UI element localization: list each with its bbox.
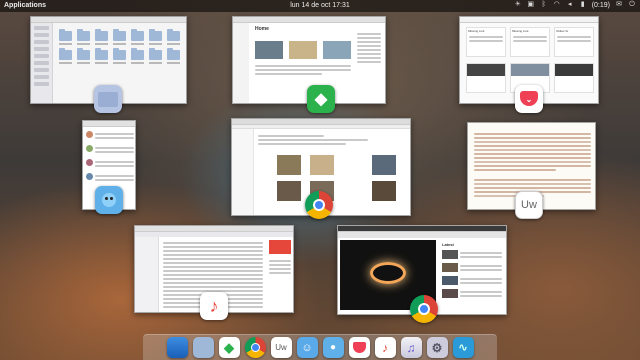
folder-icon[interactable] (113, 29, 126, 41)
chrome-badge-icon (305, 191, 333, 219)
folder-icon[interactable] (77, 29, 90, 41)
folder-icon[interactable] (77, 48, 90, 60)
wifi-icon[interactable]: ◠ (553, 1, 561, 9)
bluetooth-icon[interactable]: ᛒ (540, 1, 548, 9)
uw-icon[interactable]: Uw (270, 337, 292, 358)
finder-face-icon[interactable]: ☺ (296, 337, 318, 358)
uw-icon-text: Uw (275, 343, 287, 352)
twitter-bird-icon[interactable]: ● (322, 337, 344, 358)
uw-badge-icon: Uw (515, 191, 543, 219)
folder-icon[interactable] (131, 29, 144, 41)
folder-icon[interactable] (167, 48, 180, 60)
feedly-icon[interactable]: ◆ (218, 337, 240, 358)
card-title: Missing Link (512, 29, 529, 33)
chrome-icon[interactable] (244, 337, 266, 358)
file-sidebar (31, 23, 53, 103)
folder-grid (59, 29, 181, 64)
pocket-badge-icon: ⌄ (515, 85, 543, 113)
folder-icon[interactable] (95, 48, 108, 60)
top-panel: Applications lun 14 de oct 17:31 ☀ ▣ ᛒ ◠… (0, 0, 640, 12)
music-badge-icon: ♪ (200, 292, 228, 320)
channel-label: Latest (442, 242, 454, 247)
itunes-icon[interactable]: ♫ (400, 337, 422, 358)
pocket-icon[interactable] (348, 337, 370, 358)
folder-icon[interactable] (131, 48, 144, 60)
titlebar[interactable] (31, 17, 186, 23)
uw-badge-text: Uw (521, 199, 537, 211)
brightness-icon[interactable]: ☀ (514, 1, 522, 9)
folder-icon[interactable] (149, 29, 162, 41)
card-title: Missing Link (468, 29, 485, 33)
system-tray: ☀ ▣ ᛒ ◠ ◂ ▮ (0:19) ✉ ⏻ (514, 1, 636, 9)
file-manager-badge-icon (94, 85, 122, 113)
titlebar[interactable] (233, 17, 385, 23)
titlebar[interactable] (83, 121, 135, 127)
activity-monitor-icon[interactable]: ∿ (452, 337, 474, 358)
folder-icon[interactable] (59, 29, 72, 41)
files-manager-icon[interactable] (166, 337, 188, 358)
folder-icon[interactable] (167, 29, 180, 41)
feedly-badge-icon: ◆ (307, 85, 335, 113)
volume-icon[interactable]: ◂ (566, 1, 574, 9)
twitter-bird-badge-icon (95, 186, 123, 214)
power-icon[interactable]: ⏻ (628, 1, 636, 9)
battery-time: (0:19) (591, 1, 610, 9)
titlebar[interactable] (460, 17, 598, 23)
feed-title: Home (255, 26, 269, 32)
chrome-video-badge-icon (410, 295, 438, 323)
folder-icon[interactable] (113, 48, 126, 60)
folder-icon[interactable] (59, 48, 72, 60)
box-icon[interactable]: ▣ (527, 1, 535, 9)
music-icon[interactable]: ♪ (374, 337, 396, 358)
card-title: Oldies Sr (556, 29, 569, 33)
battery-icon[interactable]: ▮ (579, 1, 587, 9)
dock: ◆ Uw ☺ ● ♪ ♫ ⚙ ∿ (143, 334, 497, 360)
settings-icon[interactable]: ⚙ (426, 337, 448, 358)
mail-icon[interactable]: ✉ (615, 1, 623, 9)
folder-icon[interactable] (95, 29, 108, 41)
folder-icon[interactable] (149, 48, 162, 60)
folder-icon[interactable] (192, 337, 214, 358)
